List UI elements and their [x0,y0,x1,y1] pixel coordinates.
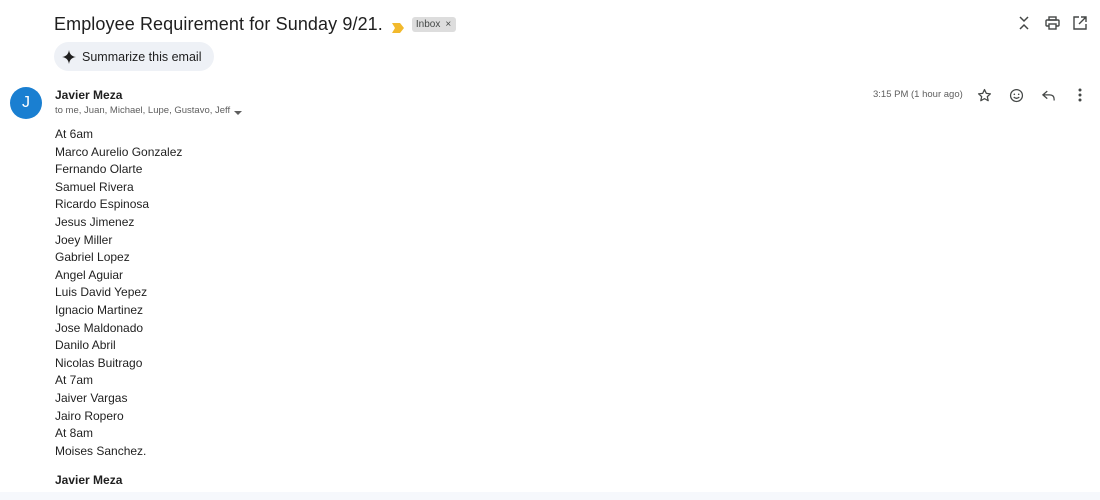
remove-label-button[interactable]: × [445,19,451,30]
body-line: Samuel Rivera [55,179,134,194]
body-line: Luis David Yepez [55,285,148,300]
body-line: Moises Sanchez. [55,443,147,458]
open-in-new-window-icon[interactable] [1072,15,1088,31]
importance-marker-icon[interactable] [391,20,404,33]
body-line: Ricardo Espinosa [55,197,150,212]
body-line: Jaiver Vargas [55,390,128,405]
email-signature: Javier Meza [55,473,123,487]
message-timestamp: 3:15 PM (1 hour ago) [873,89,963,100]
body-line: Marco Aurelio Gonzalez [55,144,183,159]
body-line: At 6am [55,127,94,141]
thread-toolbar [1016,15,1088,31]
body-line: At 7am [55,373,94,388]
sender-avatar[interactable]: J [10,87,42,119]
body-line: Jesus Jimenez [55,214,135,229]
body-line: Jose Maldonado [55,320,144,335]
collapse-all-icon[interactable] [1016,15,1032,31]
more-vert-icon[interactable] [1072,87,1088,103]
sender-name[interactable]: Javier Meza [55,88,122,102]
summarize-label: Summarize this email [82,49,202,64]
body-line: Jairo Ropero [55,408,124,423]
reply-icon[interactable] [1040,87,1056,103]
caret-down-icon [234,108,243,115]
body-line: Angel Aguiar [55,267,124,282]
bottom-edge [0,492,1100,500]
print-icon[interactable] [1044,15,1060,31]
inbox-label-chip[interactable]: Inbox × [411,17,457,32]
body-line: Ignacio Martinez [55,302,144,317]
recipients-details-toggle[interactable]: to me, Juan, Michael, Lupe, Gustavo, Jef… [55,105,243,116]
gemini-spark-icon [62,49,76,64]
emoji-react-icon[interactable] [1008,87,1024,103]
recipients-text: to me, Juan, Michael, Lupe, Gustavo, Jef… [55,105,231,116]
body-line: Fernando Olarte [55,162,143,177]
email-body: At 6am Marco Aurelio Gonzalez Fernando O… [55,126,182,460]
email-subject: Employee Requirement for Sunday 9/21. [54,14,383,34]
body-line: Danilo Abril [55,338,116,353]
message-actions [976,87,1088,103]
body-line: At 8am [55,426,94,441]
body-line: Joey Miller [55,232,113,247]
star-icon[interactable] [976,87,992,103]
body-line: Gabriel Lopez [55,250,130,265]
summarize-email-button[interactable]: Summarize this email [54,42,215,71]
inbox-label-text: Inbox [415,19,441,30]
body-line: Nicolas Buitrago [55,355,143,370]
subject-row: Employee Requirement for Sunday 9/21. In… [54,14,457,35]
